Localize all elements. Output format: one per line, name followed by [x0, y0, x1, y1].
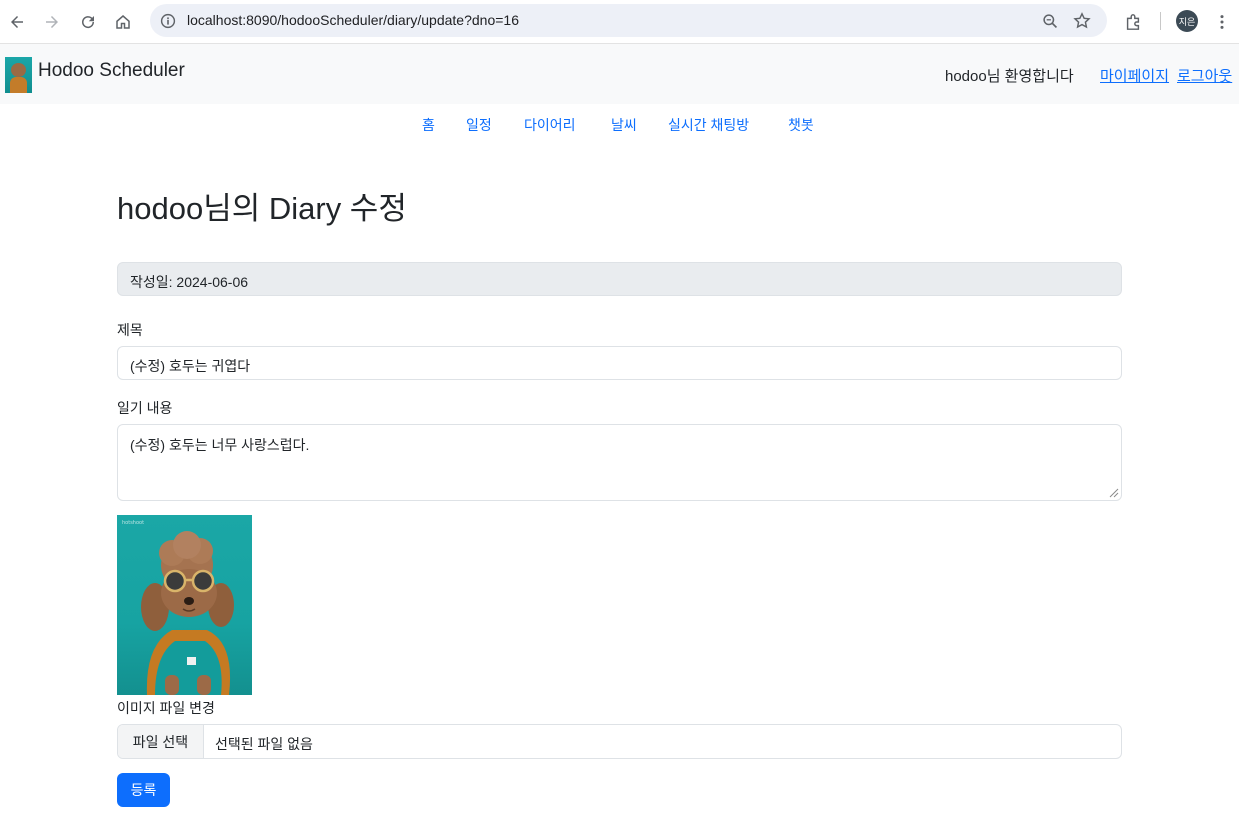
- home-button[interactable]: [109, 8, 137, 36]
- brand-name[interactable]: Hodoo Scheduler: [38, 60, 185, 82]
- page-title: hodoo님의 Diary 수정: [117, 191, 407, 226]
- content-label: 일기 내용: [117, 400, 173, 416]
- home-icon: [116, 15, 130, 29]
- menu-item-home[interactable]: 홈: [422, 115, 435, 135]
- forward-icon: [46, 16, 58, 28]
- logout-link[interactable]: 로그아웃: [1177, 65, 1232, 86]
- zoom-icon[interactable]: [1040, 11, 1060, 31]
- reload-icon: [82, 16, 95, 29]
- menu-item-chatroom[interactable]: 실시간 채팅방: [668, 115, 749, 135]
- extensions-button[interactable]: [1119, 8, 1147, 36]
- date-readonly-field: 작성일: 2024-06-06: [117, 262, 1122, 296]
- more-menu-icon: [1220, 15, 1224, 29]
- menu-item-diary[interactable]: 다이어리: [524, 115, 576, 135]
- file-status-text: 선택된 파일 없음: [215, 736, 313, 752]
- content-textarea-value: (수정) 호두는 너무 사랑스럽다.: [130, 437, 310, 453]
- menu-item-schedule[interactable]: 일정: [466, 115, 492, 135]
- resize-grip-icon[interactable]: [1109, 488, 1119, 498]
- submit-button[interactable]: 등록: [117, 773, 170, 807]
- file-input[interactable]: 파일 선택 선택된 파일 없음: [117, 724, 1122, 759]
- image-change-label: 이미지 파일 변경: [117, 700, 215, 716]
- welcome-text: hodoo님 환영합니다: [945, 68, 1074, 85]
- diary-image: hotshoot: [117, 515, 252, 695]
- title-label: 제목: [117, 322, 143, 338]
- back-button[interactable]: [3, 8, 31, 36]
- content-textarea[interactable]: (수정) 호두는 너무 사랑스럽다.: [117, 424, 1122, 501]
- extensions-icon: [1126, 14, 1140, 30]
- reload-button[interactable]: [74, 8, 102, 36]
- file-select-button[interactable]: 파일 선택: [118, 725, 204, 758]
- more-menu-button[interactable]: [1208, 8, 1236, 36]
- title-input[interactable]: (수정) 호두는 귀엽다: [117, 346, 1122, 380]
- menu-item-chatbot[interactable]: 챗봇: [788, 115, 814, 135]
- back-icon: [11, 16, 23, 28]
- mypage-link[interactable]: 마이페이지: [1100, 65, 1169, 86]
- site-info-icon[interactable]: [158, 11, 178, 31]
- title-input-value: (수정) 호두는 귀엽다: [130, 358, 251, 374]
- profile-avatar[interactable]: 지은: [1176, 10, 1198, 32]
- url-text[interactable]: localhost:8090/hodooScheduler/diary/upda…: [187, 12, 519, 28]
- toolbar-divider: [1160, 12, 1161, 30]
- brand-logo[interactable]: [5, 57, 32, 93]
- menu-item-weather[interactable]: 날씨: [611, 115, 637, 135]
- site-navbar: Hodoo Scheduler hodoo님 환영합니다 마이페이지 로그아웃: [0, 44, 1239, 104]
- date-text: 작성일: 2024-06-06: [130, 274, 249, 290]
- browser-toolbar: localhost:8090/hodooScheduler/diary/upda…: [0, 0, 1239, 44]
- address-bar[interactable]: localhost:8090/hodooScheduler/diary/upda…: [150, 4, 1107, 37]
- bookmark-star-icon[interactable]: [1072, 11, 1092, 31]
- forward-button[interactable]: [38, 8, 66, 36]
